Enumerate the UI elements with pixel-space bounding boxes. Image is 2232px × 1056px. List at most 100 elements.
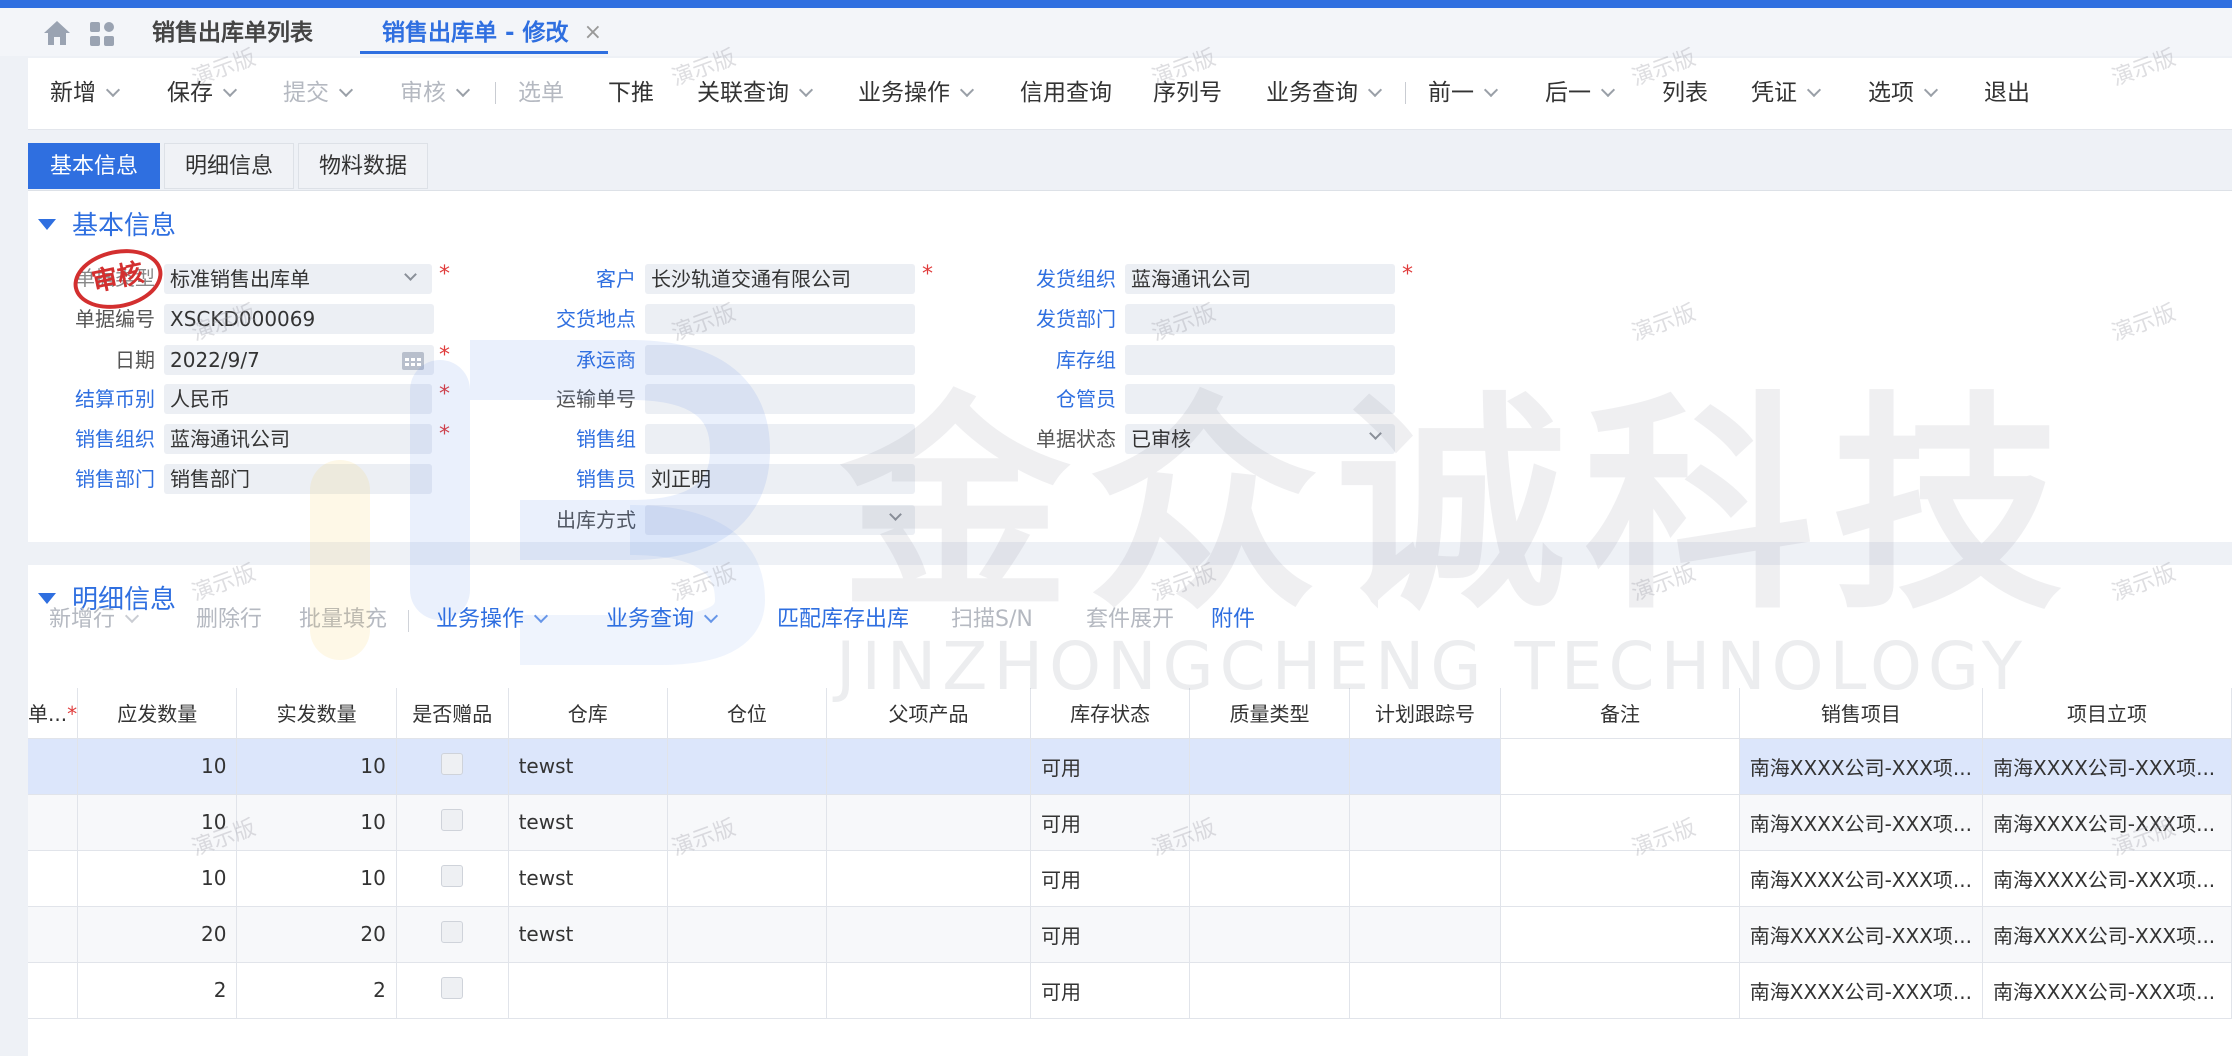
sales-project-cell[interactable]: 南海XXXX公司-XXX项...	[1739, 794, 1983, 851]
quality-type-cell[interactable]	[1189, 962, 1350, 1019]
detail-business-ops-button[interactable]: 业务操作	[436, 605, 549, 635]
batch-fill-button[interactable]: 批量填充	[299, 605, 387, 635]
ship-org-label[interactable]: 发货组织	[996, 265, 1116, 293]
sales-dept-label[interactable]: 销售部门	[35, 465, 155, 493]
stock-status-cell[interactable]: 可用	[1030, 738, 1191, 795]
match-stock-button[interactable]: 匹配库存出库	[777, 605, 909, 635]
date-field[interactable]: 2022/9/7	[164, 345, 434, 375]
voucher-button[interactable]: 凭证	[1751, 78, 1822, 108]
customer-field[interactable]: 长沙轨道交通有限公司	[645, 264, 915, 294]
sales-dept-field[interactable]: 销售部门	[164, 464, 432, 494]
save-button[interactable]: 保存	[167, 78, 238, 108]
stock-status-cell[interactable]: 可用	[1030, 962, 1191, 1019]
plan-track-cell[interactable]	[1349, 906, 1502, 963]
parent-product-cell[interactable]	[826, 962, 1031, 1019]
salesperson-field[interactable]: 刘正明	[645, 464, 915, 494]
stock-group-label[interactable]: 库存组	[996, 346, 1116, 374]
column-header[interactable]: 仓位	[667, 688, 827, 739]
gift-checkbox[interactable]	[441, 752, 464, 775]
chevron-down-icon[interactable]	[1367, 82, 1383, 98]
due-qty-cell[interactable]: 2	[77, 962, 238, 1019]
table-row[interactable]: 10 10 tewst 可用 南海XXXX公司-XXX项... 南海XXXX公司…	[28, 738, 2232, 795]
scan-sn-button[interactable]: 扫描S/N	[951, 605, 1033, 635]
select-doc-button[interactable]: 选单	[518, 78, 564, 108]
table-row[interactable]: 10 10 tewst 可用 南海XXXX公司-XXX项... 南海XXXX公司…	[28, 850, 2232, 907]
gift-checkbox[interactable]	[441, 920, 464, 943]
project-approval-cell[interactable]: 南海XXXX公司-XXX项...	[1982, 962, 2232, 1019]
chevron-down-icon[interactable]	[798, 82, 814, 98]
column-header[interactable]: 销售项目	[1739, 688, 1983, 739]
column-header[interactable]: 是否赠品	[396, 688, 509, 739]
chevron-down-icon[interactable]	[959, 82, 975, 98]
sales-project-cell[interactable]: 南海XXXX公司-XXX项...	[1739, 738, 1983, 795]
ship-org-field[interactable]: 蓝海通讯公司	[1125, 264, 1395, 294]
quality-type-cell[interactable]	[1189, 794, 1350, 851]
exit-button[interactable]: 退出	[1984, 78, 2030, 108]
plan-track-cell[interactable]	[1349, 738, 1502, 795]
parent-product-cell[interactable]	[826, 794, 1031, 851]
close-icon[interactable]: ×	[584, 16, 602, 50]
gift-cell[interactable]	[396, 850, 509, 907]
carrier-label[interactable]: 承运商	[516, 346, 636, 374]
chevron-down-icon[interactable]	[222, 82, 238, 98]
plan-track-cell[interactable]	[1349, 850, 1502, 907]
sales-org-field[interactable]: 蓝海通讯公司	[164, 424, 432, 454]
gift-cell[interactable]	[396, 738, 509, 795]
chevron-down-icon[interactable]	[1600, 82, 1616, 98]
remark-cell[interactable]	[1500, 906, 1740, 963]
column-header[interactable]: 应发数量	[77, 688, 238, 739]
add-row-button[interactable]: 新增行	[49, 605, 140, 635]
new-button[interactable]: 新增	[50, 78, 121, 108]
list-button[interactable]: 列表	[1662, 78, 1708, 108]
chevron-down-icon[interactable]	[124, 608, 140, 624]
business-ops-button[interactable]: 业务操作	[858, 78, 975, 108]
gift-checkbox[interactable]	[441, 976, 464, 999]
chevron-down-icon[interactable]	[105, 82, 121, 98]
project-approval-cell[interactable]: 南海XXXX公司-XXX项...	[1982, 794, 2232, 851]
project-approval-cell[interactable]: 南海XXXX公司-XXX项...	[1982, 850, 2232, 907]
location-cell[interactable]	[667, 738, 827, 795]
parent-product-cell[interactable]	[826, 850, 1031, 907]
keeper-field[interactable]	[1125, 384, 1395, 414]
apps-grid-icon[interactable]	[88, 20, 116, 48]
quality-type-cell[interactable]	[1189, 850, 1350, 907]
options-button[interactable]: 选项	[1868, 78, 1939, 108]
doc-type-select[interactable]: 标准销售出库单	[164, 264, 432, 294]
column-header[interactable]: 仓库	[508, 688, 668, 739]
project-approval-cell[interactable]: 南海XXXX公司-XXX项...	[1982, 906, 2232, 963]
delivery-place-field[interactable]	[645, 304, 915, 334]
row-cell[interactable]	[28, 962, 79, 1019]
quality-type-cell[interactable]	[1189, 906, 1350, 963]
row-cell[interactable]	[28, 794, 79, 851]
table-row[interactable]: 20 20 tewst 可用 南海XXXX公司-XXX项... 南海XXXX公司…	[28, 906, 2232, 963]
next-button[interactable]: 后一	[1545, 78, 1616, 108]
salesperson-label[interactable]: 销售员	[516, 465, 636, 493]
stock-status-cell[interactable]: 可用	[1030, 850, 1191, 907]
serial-number-button[interactable]: 序列号	[1153, 78, 1222, 108]
actual-qty-cell[interactable]: 10	[236, 738, 397, 795]
business-query-button[interactable]: 业务查询	[1266, 78, 1383, 108]
location-cell[interactable]	[667, 794, 827, 851]
table-row[interactable]: 2 2 可用 南海XXXX公司-XXX项... 南海XXXX公司-XXX项...	[28, 962, 2232, 1019]
column-header[interactable]: 计划跟踪号	[1349, 688, 1502, 739]
column-header[interactable]: 父项产品	[826, 688, 1031, 739]
credit-query-button[interactable]: 信用查询	[1020, 78, 1112, 108]
tab-sales-outbound-list[interactable]: 销售出库单列表	[152, 16, 313, 54]
submit-button[interactable]: 提交	[283, 78, 354, 108]
shipping-no-field[interactable]	[645, 384, 915, 414]
sales-group-label[interactable]: 销售组	[516, 425, 636, 453]
calendar-icon[interactable]	[401, 349, 425, 371]
carrier-field[interactable]	[645, 345, 915, 375]
sales-org-label[interactable]: 销售组织	[35, 425, 155, 453]
stock-group-field[interactable]	[1125, 345, 1395, 375]
chevron-down-icon[interactable]	[1923, 82, 1939, 98]
location-cell[interactable]	[667, 850, 827, 907]
gift-cell[interactable]	[396, 962, 509, 1019]
quality-type-cell[interactable]	[1189, 738, 1350, 795]
chevron-down-icon[interactable]	[1806, 82, 1822, 98]
row-cell[interactable]	[28, 738, 79, 795]
keeper-label[interactable]: 仓管员	[996, 385, 1116, 413]
currency-label[interactable]: 结算币别	[35, 385, 155, 413]
actual-qty-cell[interactable]: 20	[236, 906, 397, 963]
ship-dept-field[interactable]	[1125, 304, 1395, 334]
